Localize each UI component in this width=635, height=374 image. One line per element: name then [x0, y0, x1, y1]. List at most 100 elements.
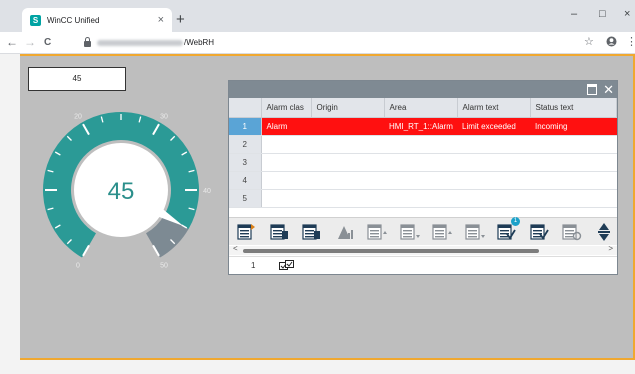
minimize-button[interactable]: – [571, 8, 577, 20]
url-field[interactable]: /WebRH [84, 36, 215, 47]
sort-descending-button[interactable] [398, 221, 420, 243]
sort-ascending-button[interactable] [365, 221, 387, 243]
gauge-tick-label: 30 [160, 114, 168, 121]
status-text-cell [530, 171, 617, 190]
alarm-maximize-icon[interactable] [587, 84, 597, 95]
alarm-statistics-button[interactable] [300, 221, 322, 243]
origin-cell [311, 189, 384, 208]
loop-in-alarm-icon [562, 223, 582, 240]
single-acknowledge-button[interactable] [528, 221, 550, 243]
alarm-log-button[interactable] [268, 221, 290, 243]
column-header-alarm-text[interactable]: Alarm text [457, 98, 531, 118]
reload-button[interactable]: C [44, 37, 51, 49]
hmi-page: 45 01020304050 45 ✕ [0, 54, 635, 374]
column-header-area[interactable]: Area [384, 98, 458, 118]
row-number[interactable]: 1 [229, 117, 262, 136]
single-acknowledge-icon [529, 223, 549, 240]
gauge-tick-label: 50 [160, 262, 168, 269]
alarm-statusbar: 1 [229, 256, 617, 274]
alarm-control-titlebar: ✕ [229, 81, 617, 98]
alarm-class-cell [261, 135, 311, 154]
alarm-row[interactable]: 5 [229, 189, 617, 208]
browser-menu-icon[interactable]: ⋮ [626, 36, 635, 48]
acknowledge-button[interactable]: 1 [495, 216, 520, 243]
bookmark-star-icon[interactable]: ☆ [584, 36, 594, 48]
back-button[interactable]: ← [6, 36, 18, 48]
alarm-info-button[interactable] [333, 221, 355, 243]
area-cell [384, 135, 457, 154]
gauge-tick-label: 0 [76, 262, 80, 269]
sort-ascending-icon [367, 223, 387, 240]
wincc-favicon-icon: S [30, 14, 41, 26]
row-number[interactable]: 3 [229, 153, 262, 172]
row-number[interactable]: 2 [229, 135, 262, 154]
column-header-status-text[interactable]: Status text [530, 98, 617, 118]
browser-tab[interactable]: S WinCC Unified × [22, 8, 172, 32]
move-down-button[interactable] [463, 221, 485, 243]
sort-descending-icon [399, 223, 420, 240]
alarm-class-cell: Alarm [261, 117, 311, 136]
row-number[interactable]: 4 [229, 171, 262, 190]
area-cell [384, 153, 457, 172]
gauge-tick-label: 40 [203, 188, 211, 195]
lock-icon [84, 36, 91, 47]
alarm-log-icon [269, 223, 288, 240]
alarm-class-cell [261, 189, 311, 208]
column-header-rownum[interactable] [229, 98, 262, 118]
status-text-cell [530, 153, 617, 172]
alarm-statistics-icon [302, 223, 320, 240]
scroll-list-button[interactable] [593, 221, 615, 243]
tab-close-icon[interactable]: × [158, 14, 164, 26]
forward-button[interactable]: → [24, 36, 36, 48]
maximize-button[interactable]: □ [599, 8, 606, 20]
scroll-right-arrow[interactable]: > [608, 244, 613, 253]
url-path: /WebRH [184, 38, 215, 47]
browser-tab-bar: S WinCC Unified × + – □ × [0, 0, 635, 32]
alarm-text-cell: Limit exceeded [457, 117, 530, 136]
origin-cell [311, 171, 384, 190]
area-cell [384, 171, 457, 190]
profile-icon[interactable] [606, 36, 617, 50]
new-tab-button[interactable]: + [176, 12, 185, 27]
origin-cell [311, 135, 384, 154]
status-text-cell [530, 135, 617, 154]
alarm-text-cell [457, 171, 530, 190]
area-cell: HMI_RT_1::Alarm [384, 117, 457, 136]
scrollbar-thumb[interactable] [243, 249, 539, 253]
pending-alarm-count: 1 [251, 261, 256, 270]
alarm-control: ✕ Alarm clas Origin Area Alarm text Stat… [228, 80, 618, 275]
alarm-row[interactable]: 1 Alarm HMI_RT_1::Alarm Limit exceeded Incom… [229, 117, 617, 136]
close-window-button[interactable]: × [624, 8, 630, 20]
gauge: 01020304050 45 [43, 112, 211, 269]
alarm-row[interactable]: 2 [229, 135, 617, 154]
alarm-row[interactable]: 3 [229, 153, 617, 172]
alarm-toolbar: 1 [229, 216, 617, 245]
move-down-icon [464, 223, 485, 240]
alarm-class-cell [261, 153, 311, 172]
hmi-screen: 45 01020304050 45 ✕ [20, 54, 635, 360]
acknowledge-status-icon [279, 260, 294, 270]
alarm-row[interactable]: 4 [229, 171, 617, 190]
column-header-alarm-class[interactable]: Alarm clas [261, 98, 312, 118]
alarm-class-cell [261, 171, 311, 190]
process-value-io-field[interactable]: 45 [28, 67, 126, 91]
unacknowledged-count-badge: 1 [511, 216, 520, 226]
row-number[interactable]: 5 [229, 189, 262, 208]
loop-in-alarm-button[interactable] [560, 221, 582, 243]
move-up-icon [432, 223, 452, 240]
alarm-table-header: Alarm clas Origin Area Alarm text Status… [229, 98, 617, 118]
status-text-cell [530, 189, 617, 208]
gauge-value-label: 45 [108, 178, 135, 205]
scroll-left-arrow[interactable]: < [233, 244, 238, 253]
alarm-table: Alarm clas Origin Area Alarm text Status… [229, 98, 617, 208]
alarm-info-icon [337, 225, 353, 239]
move-up-button[interactable] [430, 221, 452, 243]
current-alarms-button[interactable] [235, 221, 257, 243]
horizontal-scrollbar[interactable]: < > [229, 244, 617, 255]
gauge-tick-label: 20 [74, 114, 82, 121]
alarm-text-cell [457, 153, 530, 172]
status-text-cell: Incoming [530, 117, 617, 136]
column-header-origin[interactable]: Origin [311, 98, 385, 118]
alarm-text-cell [457, 135, 530, 154]
alarm-close-icon[interactable]: ✕ [603, 82, 614, 97]
